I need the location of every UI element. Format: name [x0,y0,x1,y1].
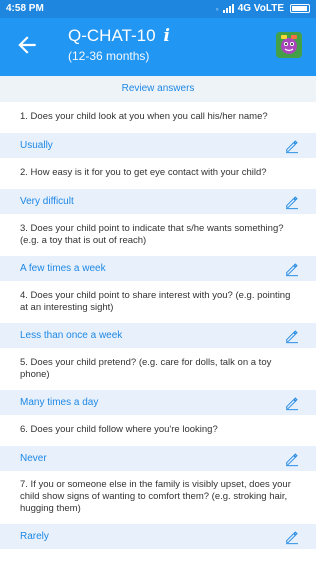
edit-pencil-icon[interactable] [284,395,300,411]
answer-row[interactable]: Very difficult [0,189,316,214]
status-bar: 4:58 PM ◦ 4G VoLTE [0,0,316,18]
answer-text: Rarely [20,531,49,542]
edit-pencil-icon[interactable] [284,529,300,545]
question-item-4: 4. Does your child point to share intere… [0,281,316,348]
signal-icon [222,4,234,13]
answer-row[interactable]: Rarely [0,524,316,549]
wifi-icon: ◦ [215,3,219,14]
edit-pencil-icon[interactable] [284,328,300,344]
answer-row[interactable]: Usually [0,133,316,158]
title-block: Q-CHAT-10 i (12-36 months) [68,26,170,63]
answer-text: A few times a week [20,263,106,274]
page-subtitle: (12-36 months) [68,49,150,63]
edit-pencil-icon[interactable] [284,138,300,154]
question-item-2: 2. How easy is it for you to get eye con… [0,158,316,214]
edit-pencil-icon[interactable] [284,451,300,467]
status-time: 4:58 PM [6,3,44,14]
answer-row[interactable]: Many times a day [0,390,316,415]
question-item-1: 1. Does your child look at you when you … [0,102,316,158]
question-text: 4. Does your child point to share intere… [0,281,316,323]
battery-icon [290,4,310,13]
answer-text: Many times a day [20,397,99,408]
question-item-3: 3. Does your child point to indicate tha… [0,214,316,281]
edit-pencil-icon[interactable] [284,261,300,277]
back-arrow-icon[interactable] [14,32,40,58]
question-item-6: 6. Does your child follow where you're l… [0,415,316,471]
app-bar: Q-CHAT-10 i (12-36 months) [0,18,316,76]
answer-text: Less than once a week [20,330,123,341]
question-text: 1. Does your child look at you when you … [0,102,316,133]
edit-pencil-icon[interactable] [284,194,300,210]
app-logo-icon [276,32,302,58]
answers-list: 1. Does your child look at you when you … [0,102,316,549]
status-icons: ◦ 4G VoLTE [215,3,310,14]
question-item-5: 5. Does your child pretend? (e.g. care f… [0,348,316,415]
question-text: 6. Does your child follow where you're l… [0,415,316,446]
network-label: 4G VoLTE [237,3,284,14]
page-title: Q-CHAT-10 [68,26,156,45]
answer-text: Usually [20,140,53,151]
question-item-7: 7. If you or someone else in the family … [0,471,316,549]
info-icon[interactable]: i [164,26,170,46]
review-answers-header: Review answers [0,76,316,102]
question-text: 3. Does your child point to indicate tha… [0,214,316,256]
question-text: 5. Does your child pretend? (e.g. care f… [0,348,316,390]
answer-row[interactable]: Less than once a week [0,323,316,348]
answer-row[interactable]: A few times a week [0,256,316,281]
question-text: 2. How easy is it for you to get eye con… [0,158,316,189]
question-text: 7. If you or someone else in the family … [0,471,316,524]
answer-text: Very difficult [20,196,74,207]
answer-text: Never [20,453,47,464]
answer-row[interactable]: Never [0,446,316,471]
